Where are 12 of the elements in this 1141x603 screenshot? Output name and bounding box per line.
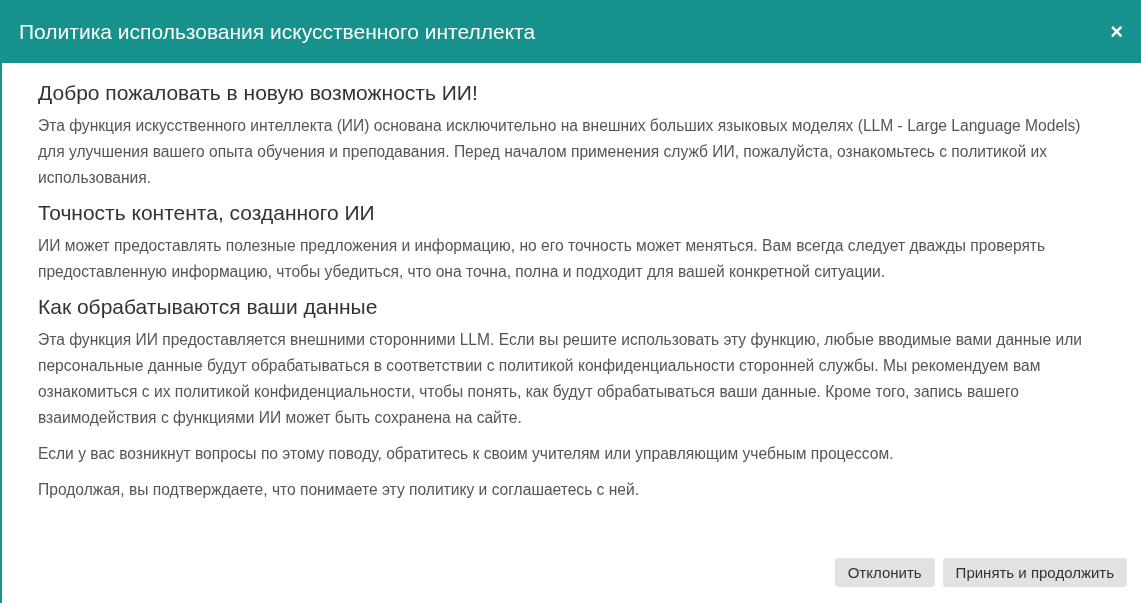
dialog-title: Политика использования искусственного интеллекта: [19, 19, 536, 44]
section-heading: Как обрабатываются ваши данные: [38, 295, 379, 319]
section-heading: Точность контента, созданного ИИ: [38, 201, 376, 225]
close-button[interactable]: ×: [1106, 18, 1127, 45]
section-heading: Добро пожаловать в новую возможность ИИ!: [38, 81, 479, 105]
paragraph: Эта функция искусственного интеллекта (ИИ) основана исключительно на внешних больших языковых моделях (LLM - Large Language Models) для улучшения вашего опыта обучения и преподавания. Перед началом применения служб ИИ, пожалуйста, ознакомьтесь с политикой их использования.: [38, 116, 1082, 188]
paragraph: Продолжая, вы подтверждаете, что понимаете эту политику и соглашаетесь с ней.: [38, 480, 641, 500]
paragraph: ИИ может предоставлять полезные предложения и информацию, но его точность может меняться. Вам всегда следует дважды проверять предоставленную информацию, чтобы убедиться, что она точна, полна и подходит для вашей конкретной ситуации.: [38, 236, 1047, 282]
decline-button[interactable]: Отклонить: [834, 558, 935, 587]
paragraph: Если у вас возникнут вопросы по этому поводу, обратитесь к своим учителям или управляющим учебным процессом.: [38, 444, 895, 464]
paragraph: Эта функция ИИ предоставляется внешними сторонними LLM. Если вы решите использовать эту функцию, любые вводимые вами данные или персональные данные будут обрабатываться в соответствии с политикой конфиденциальности сторонней службы. Мы рекомендуем вам ознакомиться с их политикой конфиденциальности, чтобы понять, как будут обрабатываться ваши данные. Кроме того, запись вашего взаимодействия с функциями ИИ может быть сохранена на сайте.: [38, 330, 1084, 428]
accept-button[interactable]: Принять и продолжить: [942, 558, 1127, 587]
